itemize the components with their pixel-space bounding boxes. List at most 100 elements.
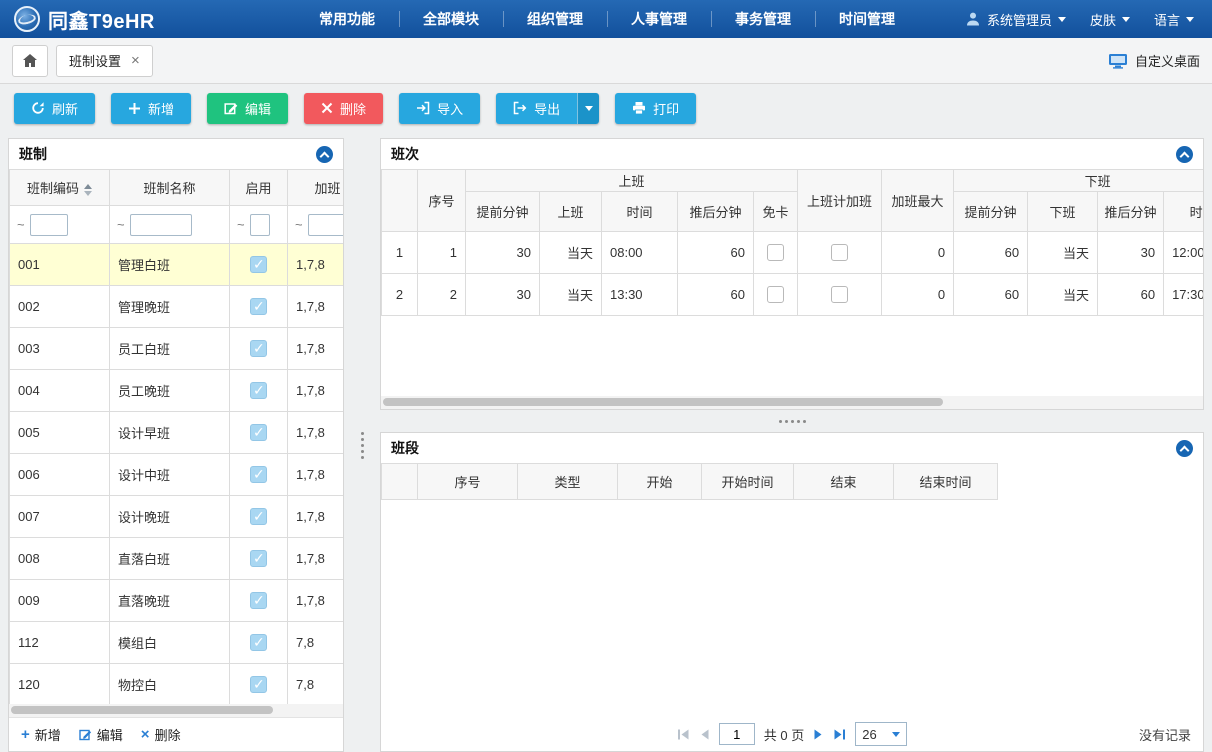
footer-delete-button[interactable]: ×删除	[141, 725, 181, 744]
page-number-input[interactable]	[719, 723, 755, 745]
shift-system-row[interactable]: 009直落晚班1,7,8	[10, 580, 344, 622]
shift-system-row[interactable]: 120物控白7,8	[10, 664, 344, 705]
export-dropdown-arrow[interactable]	[577, 93, 599, 124]
column-header-code[interactable]: 班制编码	[10, 170, 110, 206]
vertical-splitter[interactable]	[344, 138, 380, 752]
shift-row[interactable]: 2230当天13:3060060当天6017:30	[382, 274, 1204, 316]
no-card-checkbox[interactable]	[767, 244, 784, 261]
custom-desktop-button[interactable]: 自定义桌面	[1108, 51, 1200, 70]
import-icon	[416, 101, 430, 115]
print-button[interactable]: 打印	[615, 93, 696, 124]
cell-enabled	[230, 286, 288, 328]
language-menu[interactable]: 语言	[1154, 10, 1194, 29]
panel-title: 班段	[391, 438, 419, 458]
shift-system-row[interactable]: 003员工白班1,7,8	[10, 328, 344, 370]
cell-name: 员工晚班	[110, 370, 230, 412]
collapse-button[interactable]	[1176, 146, 1193, 163]
home-tab[interactable]	[12, 45, 48, 77]
shift-system-row[interactable]: 005设计早班1,7,8	[10, 412, 344, 454]
last-page-button[interactable]	[833, 729, 846, 740]
footer-add-button[interactable]: +新增	[21, 725, 61, 744]
x-icon: ×	[141, 727, 150, 742]
nav-item-hr-management[interactable]: 人事管理	[607, 0, 711, 38]
enabled-checkbox[interactable]	[250, 256, 267, 273]
shift-system-row[interactable]: 008直落白班1,7,8	[10, 538, 344, 580]
enabled-checkbox[interactable]	[250, 634, 267, 651]
shift-row[interactable]: 1130当天08:0060060当天3012:00	[382, 232, 1204, 274]
scrollbar-thumb[interactable]	[383, 398, 943, 406]
filter-operator[interactable]: ~	[295, 217, 303, 232]
shift-system-row[interactable]: 001管理白班1,7,8	[10, 244, 344, 286]
skin-menu[interactable]: 皮肤	[1090, 10, 1130, 29]
horizontal-scrollbar[interactable]	[9, 704, 343, 717]
code-filter-input[interactable]	[30, 214, 68, 236]
enabled-checkbox[interactable]	[250, 340, 267, 357]
enabled-checkbox[interactable]	[250, 466, 267, 483]
cell-overtime: 1,7,8	[288, 328, 344, 370]
shift-system-row[interactable]: 112模组白7,8	[10, 622, 344, 664]
delete-button[interactable]: 删除	[304, 93, 383, 124]
user-menu[interactable]: 系统管理员	[965, 10, 1066, 29]
column-group-off: 下班	[954, 170, 1203, 192]
export-button[interactable]: 导出	[496, 93, 577, 124]
shift-system-row[interactable]: 004员工晚班1,7,8	[10, 370, 344, 412]
filter-operator[interactable]: ~	[17, 217, 25, 232]
nav-item-affairs-management[interactable]: 事务管理	[711, 0, 815, 38]
nav-item-org-management[interactable]: 组织管理	[503, 0, 607, 38]
filter-operator[interactable]: ~	[237, 217, 245, 232]
enabled-checkbox[interactable]	[250, 550, 267, 567]
enabled-filter-input[interactable]	[250, 214, 270, 236]
cell-checkbox	[754, 232, 798, 274]
close-icon[interactable]: ×	[131, 53, 140, 68]
refresh-button[interactable]: 刷新	[14, 93, 95, 124]
previous-page-button[interactable]	[699, 729, 710, 740]
enabled-checkbox[interactable]	[250, 382, 267, 399]
work-overtime-checkbox[interactable]	[831, 244, 848, 261]
work-overtime-checkbox[interactable]	[831, 286, 848, 303]
overtime-filter-input[interactable]	[308, 214, 343, 236]
cell-code: 004	[10, 370, 110, 412]
enabled-checkbox[interactable]	[250, 676, 267, 693]
add-button[interactable]: 新增	[111, 93, 191, 124]
filter-operator[interactable]: ~	[117, 217, 125, 232]
first-page-button[interactable]	[677, 729, 690, 740]
import-button[interactable]: 导入	[399, 93, 480, 124]
collapse-button[interactable]	[316, 146, 333, 163]
shift-system-row[interactable]: 007设计晚班1,7,8	[10, 496, 344, 538]
shift-system-row[interactable]: 002管理晚班1,7,8	[10, 286, 344, 328]
edit-button[interactable]: 编辑	[207, 93, 288, 124]
tab-shift-settings[interactable]: 班制设置 ×	[56, 45, 153, 77]
enabled-checkbox[interactable]	[250, 424, 267, 441]
nav-item-common-functions[interactable]: 常用功能	[295, 0, 399, 38]
cell-overtime: 1,7,8	[288, 496, 344, 538]
page-size-select[interactable]: 26	[855, 722, 907, 746]
content-area: 班制 班制编码 班制名称 启用 加班 ~ ~	[0, 132, 1212, 752]
no-card-checkbox[interactable]	[767, 286, 784, 303]
scrollbar-thumb[interactable]	[11, 706, 273, 714]
column-header-name[interactable]: 班制名称	[110, 170, 230, 206]
horizontal-splitter[interactable]	[380, 410, 1204, 432]
user-name: 系统管理员	[987, 10, 1052, 29]
footer-edit-button[interactable]: 编辑	[79, 725, 123, 744]
next-page-button[interactable]	[813, 729, 824, 740]
shift-system-row[interactable]: 006设计中班1,7,8	[10, 454, 344, 496]
name-filter-input[interactable]	[130, 214, 192, 236]
enabled-checkbox[interactable]	[250, 508, 267, 525]
column-header-overtime[interactable]: 加班	[288, 170, 344, 206]
user-icon	[965, 11, 981, 27]
collapse-button[interactable]	[1176, 440, 1193, 457]
row-number: 1	[382, 232, 418, 274]
cell-off-time: 12:00	[1164, 232, 1203, 274]
column-header-enabled[interactable]: 启用	[230, 170, 288, 206]
sort-icon[interactable]	[84, 184, 92, 196]
panel-title: 班次	[391, 144, 419, 164]
nav-item-all-modules[interactable]: 全部模块	[399, 0, 503, 38]
enabled-checkbox[interactable]	[250, 592, 267, 609]
horizontal-scrollbar[interactable]	[381, 396, 1203, 409]
column-label: 加班	[314, 181, 340, 196]
enabled-checkbox[interactable]	[250, 298, 267, 315]
nav-item-time-management[interactable]: 时间管理	[815, 0, 919, 38]
cell-name: 管理白班	[110, 244, 230, 286]
cell-late-min: 60	[678, 232, 754, 274]
edit-label: 编辑	[245, 99, 271, 118]
